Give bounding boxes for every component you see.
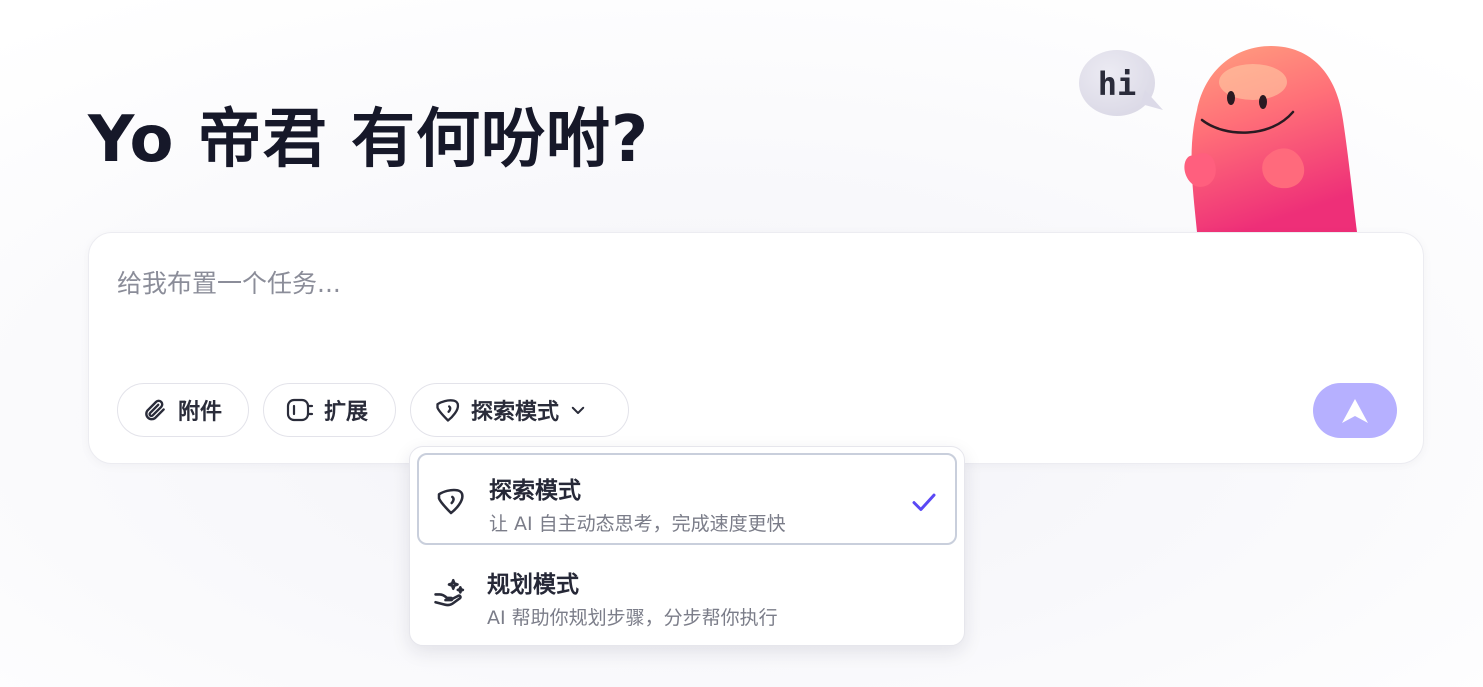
- attach-label: 附件: [178, 400, 223, 425]
- explore-tag-icon: [433, 395, 463, 425]
- mascot-body: [1184, 46, 1357, 232]
- send-button[interactable]: [1313, 383, 1397, 438]
- task-input[interactable]: [117, 263, 1297, 303]
- send-arrow-icon: [1342, 398, 1368, 423]
- speech-bubble: hi: [1079, 50, 1163, 116]
- mode-select[interactable]: 探索模式: [410, 383, 629, 437]
- extend-label: 扩展: [324, 400, 369, 425]
- mode-option-plan[interactable]: 规划模式 AI 帮助你规划步骤，分步帮你执行: [417, 547, 957, 639]
- mode-option-description: AI 帮助你规划步骤，分步帮你执行: [487, 607, 778, 629]
- page-title: Yo 帝君 有何吩咐?: [88, 103, 650, 177]
- check-icon: [912, 493, 936, 511]
- mascot-icon: hi: [1079, 46, 1357, 232]
- plan-hand-sparkle-icon: [431, 575, 467, 611]
- mode-select-label: 探索模式: [471, 400, 560, 425]
- plugin-icon: [286, 395, 316, 425]
- mode-option-explore[interactable]: 探索模式 让 AI 自主动态思考，完成速度更快: [417, 453, 957, 545]
- explore-tag-icon: [433, 483, 469, 519]
- mode-option-description: 让 AI 自主动态思考，完成速度更快: [489, 513, 786, 535]
- chevron-down-icon: [569, 401, 587, 419]
- mode-option-title: 规划模式: [487, 572, 579, 598]
- mode-option-title: 探索模式: [489, 478, 581, 504]
- mascot-illustration: hi: [1075, 40, 1375, 232]
- attach-button[interactable]: 附件: [117, 383, 249, 437]
- mode-dropdown-menu: 探索模式 让 AI 自主动态思考，完成速度更快 规划模式 AI 帮助你规划步骤，…: [409, 446, 965, 646]
- extend-button[interactable]: 扩展: [263, 383, 396, 437]
- paperclip-icon: [140, 395, 170, 425]
- task-composer: 附件 扩展 探索模式: [88, 232, 1424, 464]
- speech-text: hi: [1098, 65, 1137, 103]
